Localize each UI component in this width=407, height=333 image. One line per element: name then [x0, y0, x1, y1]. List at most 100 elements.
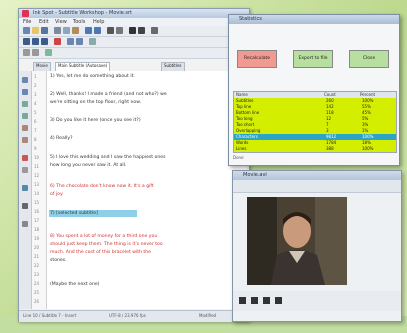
- play-icon[interactable]: [129, 27, 136, 34]
- sync-icon[interactable]: [76, 38, 83, 45]
- recalculate-button[interactable]: Recalculate: [237, 50, 277, 68]
- column-header[interactable]: Percent: [360, 92, 375, 97]
- bookmark-icon[interactable]: [22, 167, 28, 173]
- tab-main-subtitle[interactable]: Main Subtitle (Autosave): [55, 62, 111, 71]
- cell: Words: [236, 140, 249, 145]
- text-line-selected: 7) [selected subtitle]: [50, 211, 98, 216]
- cut-icon[interactable]: [54, 27, 61, 34]
- text-line-error: 8) You spent a lot of money for a third …: [50, 234, 158, 239]
- play-icon[interactable]: [239, 297, 246, 304]
- statistics-title: Statistics: [239, 16, 262, 22]
- menu-tools[interactable]: Tools: [73, 19, 85, 25]
- pause-icon[interactable]: [251, 297, 258, 304]
- cell: 1%: [362, 128, 369, 133]
- line-number-gutter: 1 2 3 4 5 6 7 8 9 10 11 12 13 14 15 16 1…: [32, 71, 47, 309]
- cell: 3%: [362, 122, 369, 127]
- redo-icon[interactable]: [94, 27, 101, 34]
- spellcheck-icon[interactable]: [89, 38, 96, 45]
- column-header[interactable]: Count: [324, 92, 336, 97]
- bold-icon[interactable]: [23, 38, 30, 45]
- table-row[interactable]: Lines 388 100%: [234, 146, 396, 152]
- new-file-icon[interactable]: [23, 27, 30, 34]
- list-icon[interactable]: [23, 49, 30, 56]
- secondary-toolbar: [19, 48, 249, 59]
- line-number: 6: [34, 119, 37, 124]
- cell: 1784: [326, 140, 337, 145]
- line-number: 23: [34, 272, 40, 277]
- statistics-titlebar[interactable]: Statistics: [229, 15, 399, 24]
- paste-icon[interactable]: [72, 27, 79, 34]
- column-header[interactable]: Name: [236, 92, 248, 97]
- text-line-error: should just keep them. The thing is it's…: [50, 242, 163, 247]
- forward-icon[interactable]: [275, 297, 282, 304]
- line-number: 4: [34, 101, 37, 106]
- status-encoding: UTF-8 / 23.976 fps: [109, 313, 146, 318]
- text-line: we're sitting on the top floor, right no…: [50, 100, 142, 105]
- info-icon[interactable]: [22, 185, 28, 191]
- status-position: Line 10 / Subtitle 7 - Insert: [23, 313, 77, 318]
- subtitle-text-area[interactable]: 1) Yes, let me do something about it. 2)…: [47, 71, 247, 309]
- cell: 100%: [362, 98, 374, 103]
- save-icon[interactable]: [41, 27, 48, 34]
- split-icon[interactable]: [22, 113, 28, 119]
- video-frame[interactable]: [247, 197, 347, 285]
- player-titlebar[interactable]: Movie.avi: [233, 171, 401, 180]
- close-button[interactable]: Close: [349, 50, 389, 68]
- line-number: 25: [34, 290, 40, 295]
- line-number: 21: [34, 254, 40, 259]
- menu-view[interactable]: View: [55, 19, 67, 25]
- move-down-icon[interactable]: [22, 137, 28, 143]
- line-number: 16: [34, 209, 40, 214]
- export-button[interactable]: Export to file: [293, 50, 333, 68]
- main-toolbar: [19, 26, 249, 37]
- zoom-icon[interactable]: [22, 221, 28, 227]
- cell: Bottom line: [236, 110, 260, 115]
- editor-title: Ink Spot - Subtitle Workshop - Movie.srt: [33, 10, 133, 16]
- move-up-icon[interactable]: [22, 125, 28, 131]
- editor-titlebar[interactable]: Ink Spot - Subtitle Workshop - Movie.srt: [19, 9, 249, 18]
- line-number: 17: [34, 218, 40, 223]
- tab-movie[interactable]: Movie: [33, 62, 51, 71]
- player-toolbar: [233, 180, 401, 193]
- replace-icon[interactable]: [116, 27, 123, 34]
- italic-icon[interactable]: [32, 38, 39, 45]
- settings-icon[interactable]: [22, 203, 28, 209]
- stop-icon[interactable]: [263, 297, 270, 304]
- cell: 118: [326, 110, 334, 115]
- chevron-down-icon[interactable]: [151, 27, 158, 34]
- menu-file[interactable]: File: [23, 19, 31, 25]
- line-number: 12: [34, 173, 40, 178]
- menu-help[interactable]: Help: [93, 19, 104, 25]
- cell: 12: [326, 116, 332, 121]
- delete-icon[interactable]: [22, 89, 28, 95]
- translate-icon[interactable]: [45, 49, 52, 56]
- undo-icon[interactable]: [85, 27, 92, 34]
- error-icon[interactable]: [22, 155, 28, 161]
- insert-icon[interactable]: [22, 77, 28, 83]
- color-icon[interactable]: [54, 38, 61, 45]
- timing-icon[interactable]: [67, 38, 74, 45]
- statistics-table: Name Count Percent Subtitles 260 100% Top …: [233, 91, 397, 153]
- cell: 3: [326, 128, 329, 133]
- cell: 45%: [362, 110, 371, 115]
- open-folder-icon[interactable]: [32, 27, 39, 34]
- stop-icon[interactable]: [138, 27, 145, 34]
- player-controls: [233, 291, 401, 311]
- copy-icon[interactable]: [63, 27, 70, 34]
- cell: 5%: [362, 116, 369, 121]
- text-line: 1) Yes, let me do something about it.: [50, 74, 135, 79]
- cell: Lines: [236, 146, 247, 151]
- tab-subtitles[interactable]: Subtitles: [161, 62, 185, 71]
- underline-icon[interactable]: [41, 38, 48, 45]
- video-frame-image: [247, 197, 347, 285]
- status-modified: Modified: [199, 313, 217, 318]
- grid-icon[interactable]: [32, 49, 39, 56]
- editor-statusbar: Line 10 / Subtitle 7 - Insert UTF-8 / 23…: [19, 310, 249, 322]
- menu-edit[interactable]: Edit: [39, 19, 49, 25]
- text-line: 2) Well, thanks! I made a friend (and no…: [50, 92, 167, 97]
- text-line-error: 6) The chocolate don't know now it. It's…: [50, 184, 154, 189]
- search-icon[interactable]: [107, 27, 114, 34]
- cell: Characters: [236, 134, 258, 139]
- merge-icon[interactable]: [22, 101, 28, 107]
- line-number: 3: [34, 92, 37, 97]
